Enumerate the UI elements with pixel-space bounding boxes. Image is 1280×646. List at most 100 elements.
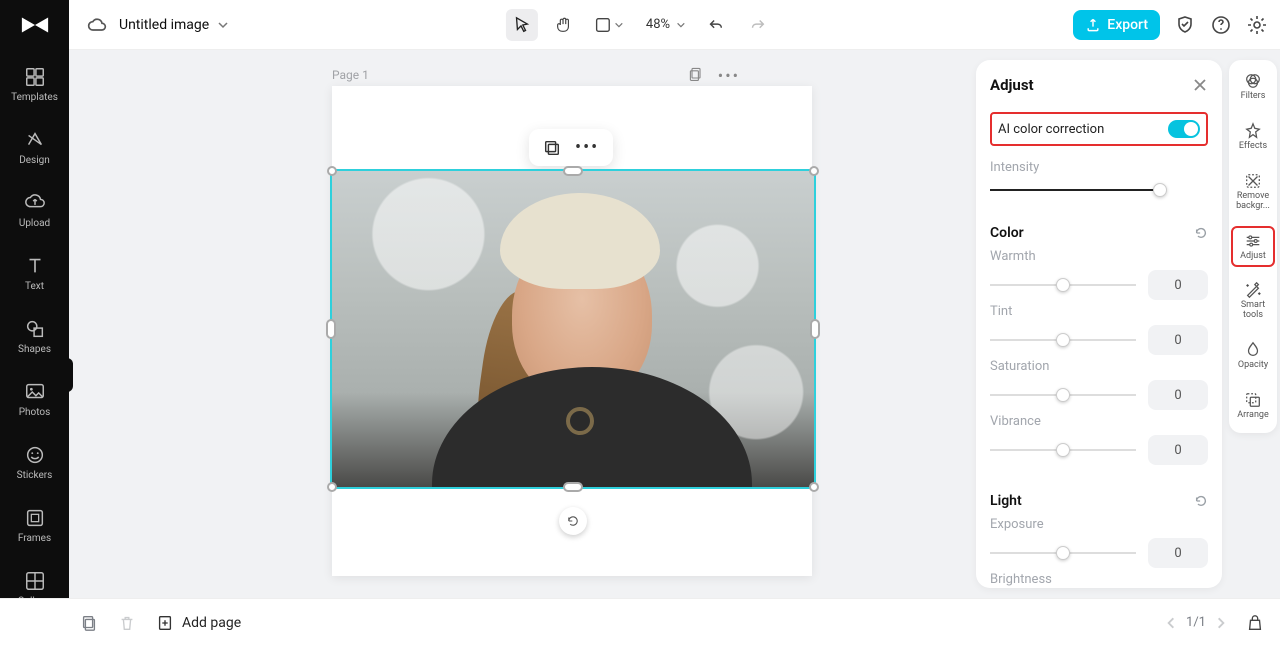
reset-light-icon[interactable] xyxy=(1194,494,1208,508)
shield-icon[interactable] xyxy=(1174,14,1196,36)
selection-toolbar: ••• xyxy=(529,129,613,166)
resize-handle-tr[interactable] xyxy=(809,166,819,176)
page-indicator: 1/1 xyxy=(1186,615,1206,630)
page-label: Page 1 xyxy=(332,68,369,82)
topbar-tools: 48% xyxy=(506,9,774,41)
left-sidebar: Templates Design Upload Text Shapes Phot… xyxy=(0,50,69,598)
selection-more-icon[interactable]: ••• xyxy=(575,137,599,158)
chevron-down-icon xyxy=(676,20,686,30)
saturation-value[interactable]: 0 xyxy=(1148,380,1208,410)
sidebar-item-collage[interactable]: Collage xyxy=(0,566,69,598)
trash-icon[interactable] xyxy=(118,614,136,632)
slider-knob[interactable] xyxy=(1056,278,1070,292)
slider-knob[interactable] xyxy=(1056,443,1070,457)
rotate-icon xyxy=(566,514,580,528)
reset-color-icon[interactable] xyxy=(1194,226,1208,240)
resize-handle-br[interactable] xyxy=(809,482,819,492)
tint-row: Tint 0 xyxy=(990,304,1208,355)
zoom-value: 48% xyxy=(642,17,674,32)
chevron-down-icon xyxy=(217,19,229,31)
zoom-dropdown[interactable]: 48% xyxy=(638,17,690,32)
canvas-size-dropdown[interactable] xyxy=(590,16,628,34)
prev-page-icon[interactable] xyxy=(1164,616,1178,630)
adjust-header: Adjust xyxy=(990,76,1208,94)
resize-handle-tl[interactable] xyxy=(327,166,337,176)
rail-smart-tools[interactable]: Smart tools xyxy=(1233,277,1273,325)
undo-button[interactable] xyxy=(700,9,732,41)
bottombar: Add page 1/1 xyxy=(0,598,1280,646)
add-page-button[interactable]: Add page xyxy=(156,614,241,632)
sidebar-item-photos[interactable]: Photos xyxy=(0,377,69,422)
adjust-title: Adjust xyxy=(990,76,1034,94)
selected-image[interactable] xyxy=(332,171,814,487)
saturation-slider[interactable] xyxy=(990,394,1136,396)
rail-arrange[interactable]: Arrange xyxy=(1233,387,1273,425)
color-section-header: Color xyxy=(990,225,1208,241)
capcut-logo-icon xyxy=(20,13,50,37)
ai-color-toggle[interactable] xyxy=(1168,120,1200,138)
doc-title-text: Untitled image xyxy=(119,17,209,33)
duplicate-page-icon[interactable] xyxy=(688,66,704,82)
slider-knob[interactable] xyxy=(1056,388,1070,402)
select-tool[interactable] xyxy=(506,9,538,41)
help-icon[interactable] xyxy=(1210,14,1232,36)
tint-value[interactable]: 0 xyxy=(1148,325,1208,355)
tint-slider[interactable] xyxy=(990,339,1136,341)
rail-effects[interactable]: Effects xyxy=(1233,118,1273,156)
export-label: Export xyxy=(1107,17,1148,33)
page-more-icon[interactable]: ••• xyxy=(718,66,740,85)
resize-handle-rm[interactable] xyxy=(810,319,820,339)
rail-opacity[interactable]: Opacity xyxy=(1233,337,1273,375)
rail-remove-bg[interactable]: Remove backgr... xyxy=(1233,168,1273,216)
vibrance-value[interactable]: 0 xyxy=(1148,435,1208,465)
sidebar-item-templates[interactable]: Templates xyxy=(0,62,69,107)
vibrance-slider[interactable] xyxy=(990,449,1136,451)
sidebar-item-design[interactable]: Design xyxy=(0,125,69,170)
export-icon xyxy=(1085,17,1101,33)
warmth-slider[interactable] xyxy=(990,284,1136,286)
sidebar-item-shapes[interactable]: Shapes xyxy=(0,314,69,359)
resize-handle-bm[interactable] xyxy=(563,482,583,492)
sidebar-item-stickers[interactable]: Stickers xyxy=(0,440,69,485)
rail-adjust[interactable]: Adjust xyxy=(1233,228,1273,266)
layers-icon[interactable] xyxy=(80,614,98,632)
chevron-down-icon xyxy=(614,20,624,30)
topbar: Untitled image 48% Export xyxy=(0,0,1280,50)
exposure-slider[interactable] xyxy=(990,552,1136,554)
slider-knob[interactable] xyxy=(1153,183,1167,197)
rail-filters[interactable]: Filters xyxy=(1233,68,1273,106)
app-logo[interactable] xyxy=(0,0,69,50)
warmth-value[interactable]: 0 xyxy=(1148,270,1208,300)
redo-button[interactable] xyxy=(742,9,774,41)
settings-icon[interactable] xyxy=(1246,14,1268,36)
ai-color-correction-row: AI color correction xyxy=(990,112,1208,146)
slider-knob[interactable] xyxy=(1056,546,1070,560)
light-section-header: Light xyxy=(990,493,1208,509)
page-actions: ••• xyxy=(688,66,740,85)
export-button[interactable]: Export xyxy=(1073,10,1160,40)
rotate-handle[interactable] xyxy=(559,507,587,535)
bag-icon[interactable] xyxy=(1246,614,1264,632)
next-page-icon[interactable] xyxy=(1214,616,1228,630)
exposure-value[interactable]: 0 xyxy=(1148,538,1208,568)
cloud-save-icon[interactable] xyxy=(87,17,107,33)
canvas-area[interactable]: Page 1 ••• ••• xyxy=(69,50,976,598)
hand-tool[interactable] xyxy=(548,9,580,41)
intensity-label: Intensity xyxy=(990,160,1208,175)
bottombar-right: 1/1 xyxy=(1164,614,1264,632)
resize-handle-bl[interactable] xyxy=(327,482,337,492)
document-title[interactable]: Untitled image xyxy=(119,17,229,33)
saturation-row: Saturation 0 xyxy=(990,359,1208,410)
add-page-icon xyxy=(156,614,174,632)
sidebar-item-upload[interactable]: Upload xyxy=(0,188,69,233)
slider-knob[interactable] xyxy=(1056,333,1070,347)
replace-image-icon[interactable] xyxy=(543,139,561,157)
right-tool-rail: Filters Effects Remove backgr... Adjust … xyxy=(1226,50,1280,598)
resize-handle-lm[interactable] xyxy=(326,319,336,339)
close-icon[interactable] xyxy=(1192,77,1208,93)
ai-color-label: AI color correction xyxy=(998,122,1104,137)
resize-handle-tm[interactable] xyxy=(563,166,583,176)
image-content xyxy=(332,171,814,487)
sidebar-item-frames[interactable]: Frames xyxy=(0,503,69,548)
sidebar-item-text[interactable]: Text xyxy=(0,251,69,296)
